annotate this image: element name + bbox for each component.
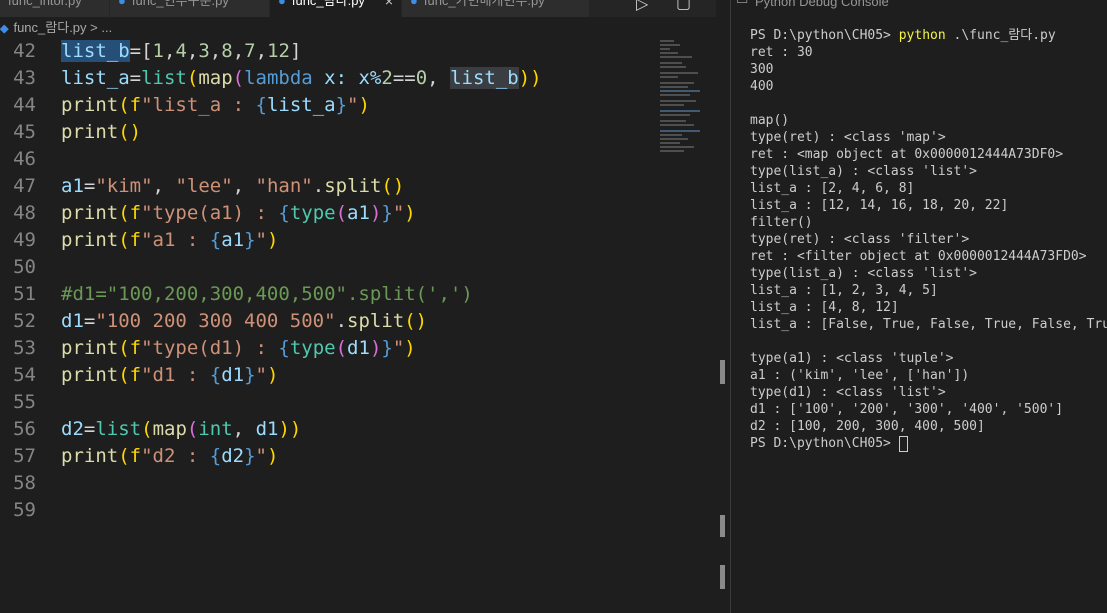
terminal-line: type(a1) : <class 'tuple'>: [750, 351, 954, 366]
terminal-line: type(d1) : <class 'list'>: [750, 385, 946, 400]
line-number: 44: [13, 94, 36, 116]
line-number: 55: [13, 391, 36, 413]
terminal-line: 300: [750, 62, 774, 77]
code-line: 50: [0, 254, 655, 281]
more-actions-icon[interactable]: ▢: [676, 0, 691, 12]
run-icon[interactable]: ▷: [636, 0, 648, 13]
terminal-line: d2 : [100, 200, 300, 400, 500]: [750, 419, 985, 434]
tab-func-lambda[interactable]: ● func_람다.py ×: [270, 0, 402, 17]
minimap[interactable]: [660, 38, 720, 158]
breadcrumb: ◆ func_람다.py > ...: [0, 17, 730, 39]
code-line: 49 print(f"a1 : {a1}"): [0, 227, 655, 254]
scrollbar-marker: [720, 360, 725, 384]
python-file-icon: ●: [118, 0, 126, 8]
line-number: 51: [13, 283, 36, 305]
terminal-icon: ▭: [736, 0, 749, 8]
python-file-icon: ◆: [0, 23, 9, 35]
terminal-line: d1 : ['100', '200', '300', '400', '500']: [750, 402, 1064, 417]
editor-pane: func_intor.py ● func_인수구분.py ● func_람다.py …: [0, 0, 730, 613]
terminal-line: ret : 30: [750, 45, 813, 60]
editor-tab-bar: func_intor.py ● func_인수구분.py ● func_람다.py …: [0, 0, 730, 17]
python-file-icon: ●: [278, 0, 286, 8]
code-line: 54 print(f"d1 : {d1}"): [0, 362, 655, 389]
line-number: 42: [13, 40, 36, 62]
terminal-line: list_a : [False, True, False, True, Fals…: [750, 317, 1107, 332]
terminal-output: PS D:\python\CH05> python .\func_람다.py r…: [750, 27, 1107, 452]
terminal-line: type(list_a) : <class 'list'>: [750, 266, 977, 281]
terminal-line: list_a : [2, 4, 6, 8]: [750, 181, 915, 196]
terminal-line: type(list_a) : <class 'list'>: [750, 164, 977, 179]
terminal-line: type(ret) : <class 'filter'>: [750, 232, 970, 247]
code-line: 53 print(f"type(d1) : {type(d1)}"): [0, 335, 655, 362]
terminal-command-line: PS D:\python\CH05> python .\func_람다.py: [750, 28, 1056, 43]
tab-label: func_인수구분.py: [131, 0, 229, 8]
code-line: 55: [0, 389, 655, 416]
line-number: 48: [13, 202, 36, 224]
code-area[interactable]: 42 list_b=[1,4,3,8,7,12] 43 list_a=list(…: [0, 38, 655, 613]
code-line: 59: [0, 497, 655, 524]
terminal-line: ret : <map object at 0x0000012444A73DF0>: [750, 147, 1064, 162]
scrollbar-marker: [720, 565, 725, 589]
terminal-cursor: [898, 435, 908, 452]
code-line: 43 list_a=list(map(lambda x: x%2==0, lis…: [0, 65, 655, 92]
code-line: 48 print(f"type(a1) : {type(a1)}"): [0, 200, 655, 227]
tab-func-varargs[interactable]: ● func_가변매개변수.py: [402, 0, 590, 17]
terminal-line: list_a : [4, 8, 12]: [750, 300, 899, 315]
terminal-line: filter(): [750, 215, 813, 230]
close-tab-icon[interactable]: ×: [385, 0, 393, 8]
line-number: 52: [13, 310, 36, 332]
code-line: 52 d1="100 200 300 400 500".split(): [0, 308, 655, 335]
line-number: 45: [13, 121, 36, 143]
terminal-line: ret : <filter object at 0x0000012444A73F…: [750, 249, 1087, 264]
code-line: 44 print(f"list_a : {list_a}"): [0, 92, 655, 119]
terminal-header: ▭ Python Debug Console: [731, 0, 1107, 17]
code-line: 51 #d1="100,200,300,400,500".split(','): [0, 281, 655, 308]
tab-label: func_가변매개변수.py: [423, 0, 545, 8]
tab-func-args[interactable]: ● func_인수구분.py: [110, 0, 270, 17]
line-number: 59: [13, 499, 36, 521]
line-number: 50: [13, 256, 36, 278]
terminal-line: map(): [750, 113, 790, 128]
terminal-line: a1 : ('kim', 'lee', ['han']): [750, 368, 970, 383]
code-line: 42 list_b=[1,4,3,8,7,12]: [0, 38, 655, 65]
line-number: 57: [13, 445, 36, 467]
scrollbar-marker: [720, 515, 725, 537]
tab-label: func_람다.py: [291, 0, 365, 8]
breadcrumb-file[interactable]: func_람다.py: [13, 20, 86, 35]
code-line: 45 print(): [0, 119, 655, 146]
terminal-line: list_a : [12, 14, 16, 18, 20, 22]: [750, 198, 1009, 213]
terminal-line: 400: [750, 79, 774, 94]
line-number: 43: [13, 67, 36, 89]
terminal-line: list_a : [1, 2, 3, 4, 5]: [750, 283, 938, 298]
tab-label: func_intor.py: [8, 0, 82, 8]
line-number: 56: [13, 418, 36, 440]
tab-func-intor[interactable]: func_intor.py: [0, 0, 110, 17]
terminal-pane[interactable]: ▭ Python Debug Console PS D:\python\CH05…: [731, 0, 1107, 613]
code-line: 46: [0, 146, 655, 173]
python-file-icon: ●: [410, 0, 418, 8]
line-number: 53: [13, 337, 36, 359]
breadcrumb-separator: >: [90, 20, 98, 35]
code-line: 47 a1="kim", "lee", "han".split(): [0, 173, 655, 200]
line-number: 49: [13, 229, 36, 251]
terminal-line: type(ret) : <class 'map'>: [750, 130, 946, 145]
terminal-title[interactable]: Python Debug Console: [755, 0, 889, 9]
breadcrumb-rest[interactable]: ...: [101, 20, 112, 35]
line-number: 47: [13, 175, 36, 197]
terminal-prompt-line[interactable]: PS D:\python\CH05>: [750, 435, 1107, 452]
code-line: 56 d2=list(map(int, d1)): [0, 416, 655, 443]
line-number: 54: [13, 364, 36, 386]
line-number: 46: [13, 148, 36, 170]
code-line: 58: [0, 470, 655, 497]
line-number: 58: [13, 472, 36, 494]
code-line: 57 print(f"d2 : {d2}"): [0, 443, 655, 470]
